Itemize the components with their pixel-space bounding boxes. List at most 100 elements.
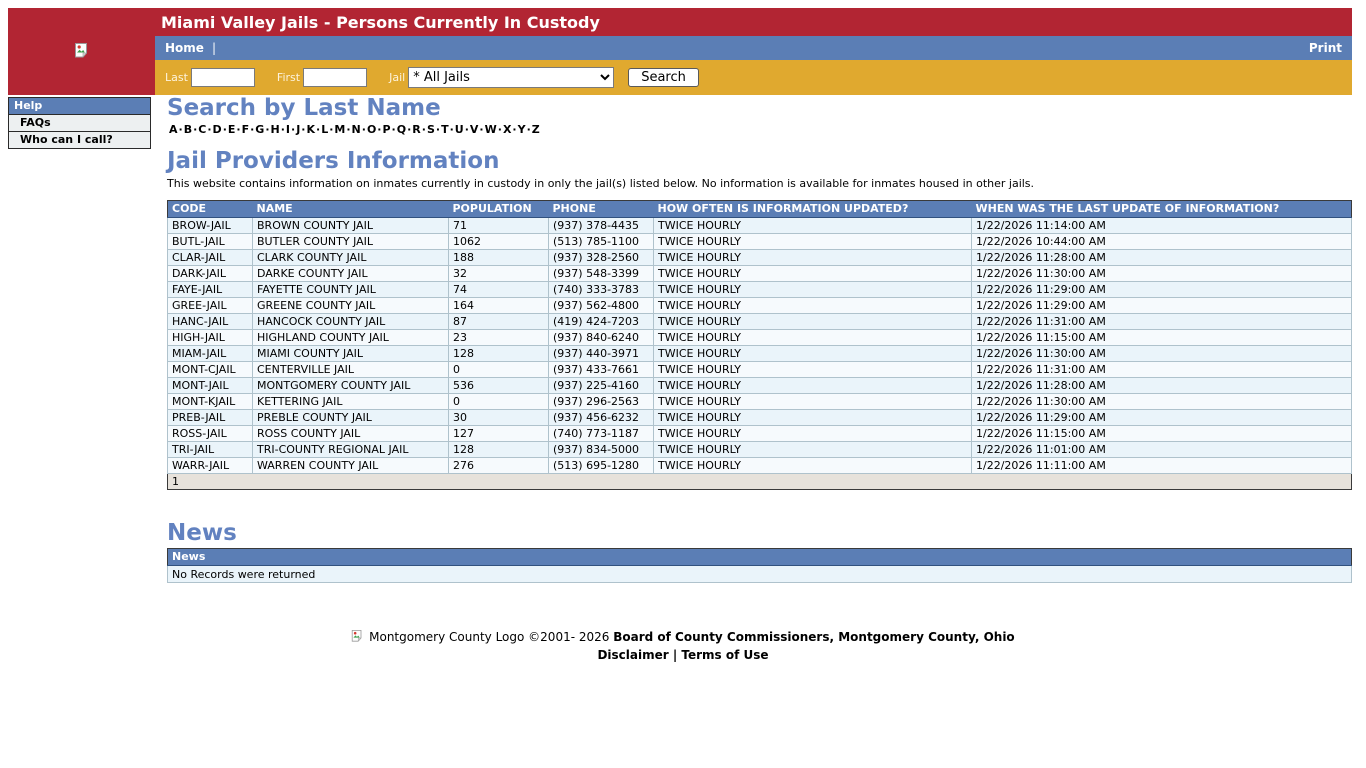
table-cell: CLARK COUNTY JAIL bbox=[253, 250, 449, 266]
table-cell: MONT-JAIL bbox=[168, 378, 253, 394]
last-name-input[interactable] bbox=[191, 68, 255, 87]
letter-link-q[interactable]: Q bbox=[397, 123, 406, 136]
table-row: GREE-JAILGREENE COUNTY JAIL164(937) 562-… bbox=[168, 298, 1352, 314]
table-header-row: CODENAMEPOPULATIONPHONEHOW OFTEN IS INFO… bbox=[168, 201, 1352, 218]
letter-link-h[interactable]: H bbox=[271, 123, 280, 136]
jail-table-body: BROW-JAILBROWN COUNTY JAIL71(937) 378-44… bbox=[168, 218, 1352, 474]
letter-link-r[interactable]: R bbox=[412, 123, 420, 136]
letter-link-n[interactable]: N bbox=[352, 123, 361, 136]
table-cell: 87 bbox=[449, 314, 549, 330]
search-button[interactable]: Search bbox=[628, 68, 699, 87]
table-cell: HIGH-JAIL bbox=[168, 330, 253, 346]
table-row: CLAR-JAILCLARK COUNTY JAIL188(937) 328-2… bbox=[168, 250, 1352, 266]
letter-link-t[interactable]: T bbox=[441, 123, 449, 136]
nav-home-link[interactable]: Home bbox=[165, 41, 204, 55]
letter-link-x[interactable]: X bbox=[503, 123, 511, 136]
copyright-year: ©2001- 2026 bbox=[528, 630, 609, 644]
jail-select[interactable]: * All Jails bbox=[408, 67, 614, 88]
table-cell: TWICE HOURLY bbox=[654, 458, 972, 474]
letter-link-v[interactable]: V bbox=[470, 123, 479, 136]
table-cell: MONT-CJAIL bbox=[168, 362, 253, 378]
table-cell: TWICE HOURLY bbox=[654, 250, 972, 266]
table-cell: TRI-COUNTY REGIONAL JAIL bbox=[253, 442, 449, 458]
letter-separator: · bbox=[281, 123, 285, 136]
table-cell: 32 bbox=[449, 266, 549, 282]
news-heading: News bbox=[167, 520, 1358, 546]
letter-separator: · bbox=[291, 123, 295, 136]
letter-link-c[interactable]: C bbox=[198, 123, 206, 136]
column-header: POPULATION bbox=[449, 201, 549, 218]
table-cell: TWICE HOURLY bbox=[654, 266, 972, 282]
table-cell: DARK-JAIL bbox=[168, 266, 253, 282]
main-content: Search by Last Name A·B·C·D·E·F·G·H·I·J·… bbox=[159, 95, 1358, 583]
nav-print-link[interactable]: Print bbox=[1309, 41, 1342, 55]
pagination-row: 1 bbox=[168, 474, 1352, 490]
letter-link-s[interactable]: S bbox=[427, 123, 435, 136]
pagination-page-number[interactable]: 1 bbox=[168, 474, 1352, 490]
page-header: Miami Valley Jails - Persons Currently I… bbox=[8, 8, 1352, 95]
letter-separator: · bbox=[236, 123, 240, 136]
sidebar-item-who-can-i-call[interactable]: Who can I call? bbox=[9, 132, 150, 148]
table-cell: 1/22/2026 11:29:00 AM bbox=[972, 298, 1352, 314]
disclaimer-link[interactable]: Disclaimer bbox=[597, 648, 668, 662]
table-cell: 1/22/2026 11:14:00 AM bbox=[972, 218, 1352, 234]
table-cell: KETTERING JAIL bbox=[253, 394, 449, 410]
table-cell: TWICE HOURLY bbox=[654, 410, 972, 426]
letter-separator: · bbox=[498, 123, 502, 136]
table-cell: 1/22/2026 11:28:00 AM bbox=[972, 378, 1352, 394]
letter-link-g[interactable]: G bbox=[255, 123, 264, 136]
table-row: PREB-JAILPREBLE COUNTY JAIL30(937) 456-6… bbox=[168, 410, 1352, 426]
table-cell: (937) 440-3971 bbox=[549, 346, 654, 362]
table-cell: MONTGOMERY COUNTY JAIL bbox=[253, 378, 449, 394]
help-menu: Help FAQsWho can I call? bbox=[8, 97, 151, 149]
terms-of-use-link[interactable]: Terms of Use bbox=[681, 648, 768, 662]
letter-link-o[interactable]: O bbox=[367, 123, 376, 136]
copyright-owner: Board of County Commissioners, Montgomer… bbox=[613, 630, 1014, 644]
letter-link-e[interactable]: E bbox=[228, 123, 236, 136]
letter-link-m[interactable]: M bbox=[334, 123, 345, 136]
letter-link-d[interactable]: D bbox=[213, 123, 222, 136]
nav-left: Home| bbox=[165, 41, 216, 55]
letter-link-p[interactable]: P bbox=[382, 123, 390, 136]
letter-link-j[interactable]: J bbox=[296, 123, 300, 136]
jail-label: Jail bbox=[389, 71, 405, 84]
providers-description: This website contains information on inm… bbox=[167, 177, 1358, 190]
table-row: ROSS-JAILROSS COUNTY JAIL127(740) 773-11… bbox=[168, 426, 1352, 442]
help-menu-items: FAQsWho can I call? bbox=[9, 115, 150, 148]
table-cell: 1/22/2026 11:31:00 AM bbox=[972, 314, 1352, 330]
table-cell: (937) 456-6232 bbox=[549, 410, 654, 426]
table-cell: 1/22/2026 11:30:00 AM bbox=[972, 266, 1352, 282]
table-cell: BROW-JAIL bbox=[168, 218, 253, 234]
letter-separator: · bbox=[479, 123, 483, 136]
letter-link-k[interactable]: K bbox=[306, 123, 315, 136]
letter-link-a[interactable]: A bbox=[169, 123, 178, 136]
table-cell: 1/22/2026 11:11:00 AM bbox=[972, 458, 1352, 474]
letter-link-i[interactable]: I bbox=[286, 123, 290, 136]
table-row: MONT-KJAILKETTERING JAIL0(937) 296-2563T… bbox=[168, 394, 1352, 410]
letter-link-w[interactable]: W bbox=[485, 123, 497, 136]
table-cell: WARREN COUNTY JAIL bbox=[253, 458, 449, 474]
letter-link-u[interactable]: U bbox=[455, 123, 464, 136]
providers-heading: Jail Providers Information bbox=[167, 148, 1358, 174]
table-cell: MIAM-JAIL bbox=[168, 346, 253, 362]
table-cell: 1/22/2026 11:15:00 AM bbox=[972, 330, 1352, 346]
column-header: NAME bbox=[253, 201, 449, 218]
letter-link-b[interactable]: B bbox=[184, 123, 192, 136]
table-cell: HANC-JAIL bbox=[168, 314, 253, 330]
letter-link-f[interactable]: F bbox=[242, 123, 250, 136]
table-cell: 0 bbox=[449, 394, 549, 410]
letter-link-l[interactable]: L bbox=[321, 123, 328, 136]
nav-bar: Home| Print bbox=[155, 36, 1352, 60]
table-cell: 164 bbox=[449, 298, 549, 314]
table-cell: (937) 834-5000 bbox=[549, 442, 654, 458]
table-cell: TWICE HOURLY bbox=[654, 218, 972, 234]
table-cell: (937) 433-7661 bbox=[549, 362, 654, 378]
sidebar-item-faqs[interactable]: FAQs bbox=[9, 115, 150, 132]
letter-separator: · bbox=[407, 123, 411, 136]
letter-link-z[interactable]: Z bbox=[532, 123, 540, 136]
table-cell: (740) 773-1187 bbox=[549, 426, 654, 442]
table-cell: TWICE HOURLY bbox=[654, 442, 972, 458]
table-cell: 71 bbox=[449, 218, 549, 234]
first-name-input[interactable] bbox=[303, 68, 367, 87]
letter-link-y[interactable]: Y bbox=[518, 123, 526, 136]
